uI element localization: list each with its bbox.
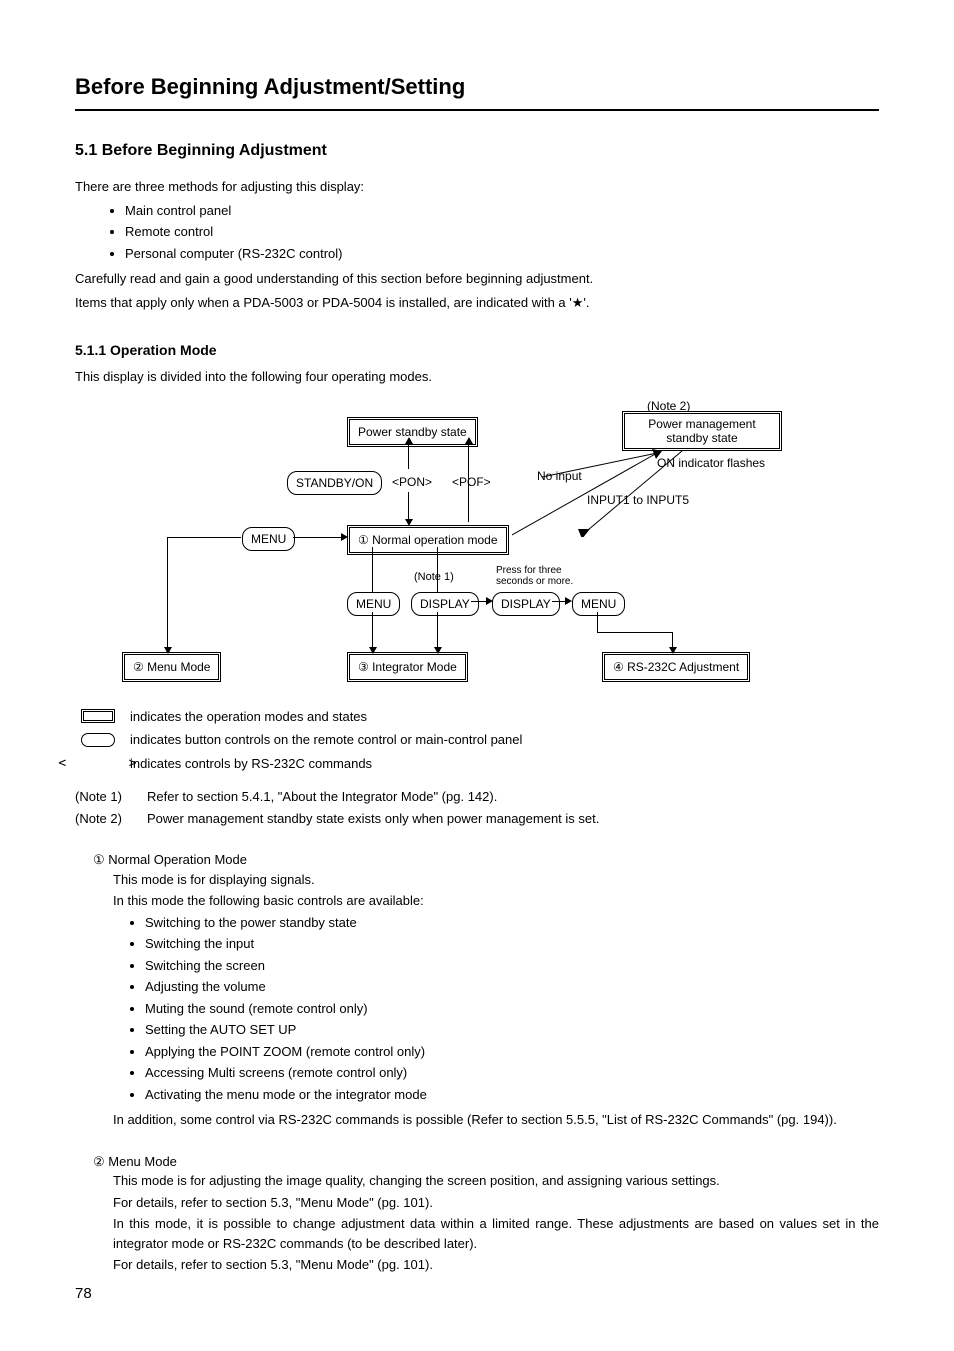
intro-after-1: Carefully read and gain a good understan… [75, 269, 879, 289]
menu-button-1: MENU [242, 527, 295, 551]
menu-button-2: MENU [347, 592, 400, 616]
legend-double-box-icon [81, 709, 115, 723]
mode-1-head: ① Normal Operation Mode [93, 850, 879, 870]
mode-2-p2: For details, refer to section 5.3, "Menu… [113, 1193, 879, 1213]
mode-1-p3: In addition, some control via RS-232C co… [113, 1110, 879, 1130]
mode-2-p4: For details, refer to section 5.3, "Menu… [113, 1255, 879, 1275]
list-item: Setting the AUTO SET UP [145, 1020, 879, 1040]
power-mgmt-box: Power management standby state [622, 411, 782, 452]
section-title: 5.1 Before Beginning Adjustment [75, 139, 879, 163]
list-item: Switching to the power standby state [145, 913, 879, 933]
legend-round-text: indicates button controls on the remote … [130, 730, 522, 750]
page-number: 78 [75, 1283, 879, 1306]
menu-mode-box: ② Menu Mode [122, 652, 221, 682]
list-item: Personal computer (RS-232C control) [125, 244, 879, 264]
pon-label: <PON> [392, 473, 432, 491]
diagonal-lines [512, 447, 732, 537]
note-1: (Note 1) Refer to section 5.4.1, "About … [75, 787, 879, 807]
menu-button-3: MENU [572, 592, 625, 616]
mode-1-p2: In this mode the following basic control… [113, 891, 879, 911]
intro-after-2: Items that apply only when a PDA-5003 or… [75, 293, 879, 313]
list-item: Accessing Multi screens (remote control … [145, 1063, 879, 1083]
mode-2-p1: This mode is for adjusting the image qua… [113, 1171, 879, 1191]
list-item: Remote control [125, 222, 879, 242]
note1-label: (Note 1) [414, 569, 454, 586]
subsection-intro: This display is divided into the followi… [75, 367, 879, 387]
list-item: Switching the screen [145, 956, 879, 976]
mode-2-p3: In this mode, it is possible to change a… [113, 1214, 879, 1253]
mode-1-block: ① Normal Operation Mode This mode is for… [75, 850, 879, 1130]
methods-list: Main control panel Remote control Person… [125, 201, 879, 264]
display-button-1: DISPLAY [411, 592, 479, 616]
legend-double-text: indicates the operation modes and states [130, 707, 367, 727]
pof-label: <POF> [452, 473, 491, 491]
mode-2-block: ② Menu Mode This mode is for adjusting t… [75, 1152, 879, 1275]
legend-round-box-icon [81, 733, 115, 747]
list-item: Switching the input [145, 934, 879, 954]
list-item: Adjusting the volume [145, 977, 879, 997]
mode-2-head: ② Menu Mode [93, 1152, 879, 1172]
list-item: Applying the POINT ZOOM (remote control … [145, 1042, 879, 1062]
mode-1-p1: This mode is for displaying signals. [113, 870, 879, 890]
list-item: Main control panel [125, 201, 879, 221]
press3-label: Press for three seconds or more. [496, 565, 586, 587]
legend-angle-text: indicates controls by RS-232C commands [130, 754, 372, 774]
diagram-legend: indicates the operation modes and states… [75, 707, 879, 774]
chapter-title: Before Beginning Adjustment/Setting [75, 70, 879, 111]
rs232c-box: ④ RS-232C Adjustment [602, 652, 750, 682]
list-item: Muting the sound (remote control only) [145, 999, 879, 1019]
note-2: (Note 2) Power management standby state … [75, 809, 879, 829]
subsection-title: 5.1.1 Operation Mode [75, 340, 879, 361]
display-button-2: DISPLAY [492, 592, 560, 616]
mode-1-bullets: Switching to the power standby state Swi… [145, 913, 879, 1105]
list-item: Activating the menu mode or the integrat… [145, 1085, 879, 1105]
intro-paragraph: There are three methods for adjusting th… [75, 177, 879, 197]
integrator-mode-box: ③ Integrator Mode [347, 652, 468, 682]
operation-mode-diagram: (Note 2) Power standby state Power manag… [92, 397, 862, 687]
standby-on-button: STANDBY/ON [287, 471, 382, 495]
legend-angle-icon: < > [75, 754, 120, 774]
